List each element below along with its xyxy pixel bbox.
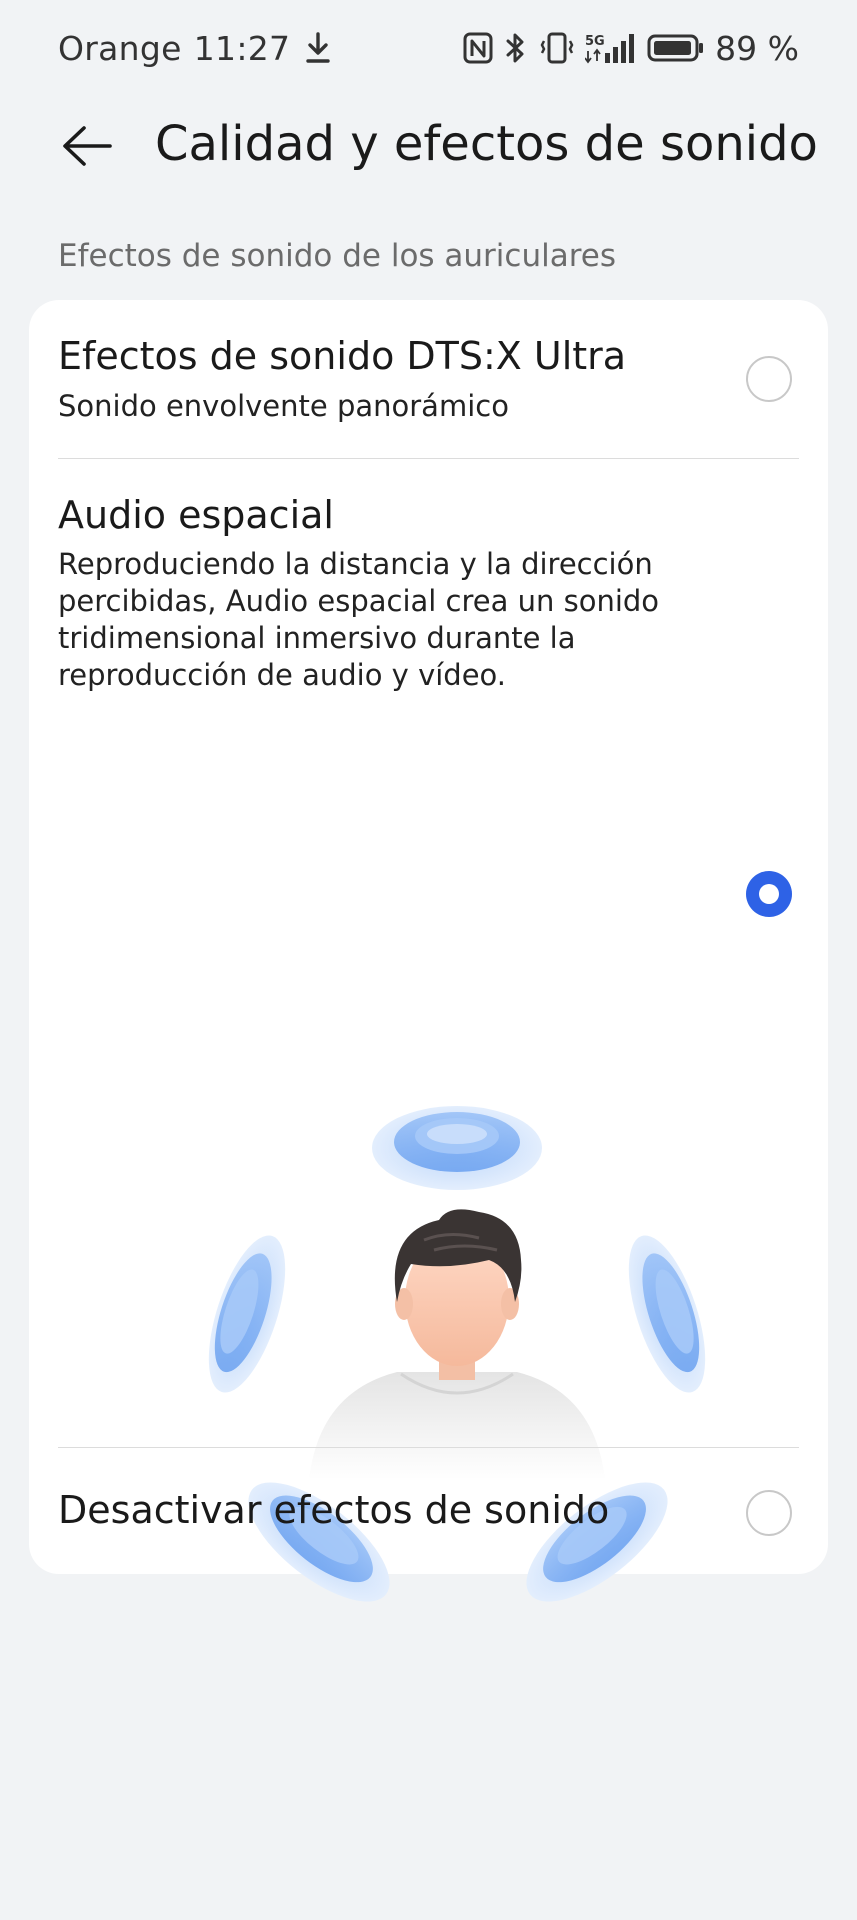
radio-dtsx-ultra[interactable] (746, 356, 792, 402)
option-dtsx-ultra[interactable]: Efectos de sonido DTS:X Ultra Sonido env… (58, 300, 799, 458)
sound-wave-icon (628, 1235, 706, 1393)
arrow-left-icon (60, 124, 114, 172)
status-bar: Orange 11:27 5G 89 % (0, 0, 857, 96)
option-title: Desactivar efectos de sonido (58, 1488, 610, 1532)
description-line: Reproduciendo la distancia y la direcció… (58, 547, 653, 581)
vibrate-icon (539, 31, 575, 65)
back-button[interactable] (52, 118, 122, 178)
status-left: Orange 11:27 (58, 24, 332, 72)
page-title: Calidad y efectos de sonido (155, 116, 818, 172)
sound-wave-icon (372, 1106, 542, 1190)
description-line: tridimensional inmersivo durante la (58, 621, 576, 655)
option-title: Audio espacial (58, 493, 334, 537)
person-icon (309, 1209, 605, 1480)
app-bar: Calidad y efectos de sonido (0, 96, 857, 200)
option-title: Efectos de sonido DTS:X Ultra (58, 334, 627, 378)
option-disable-effects[interactable]: Desactivar efectos de sonido (58, 1448, 799, 1574)
bluetooth-icon (503, 31, 529, 65)
status-right: 5G 89 % (463, 24, 799, 72)
svg-text:5G: 5G (585, 34, 605, 49)
section-header: Efectos de sonido de los auriculares (58, 238, 616, 274)
option-subtitle: Sonido envolvente panorámico (58, 389, 509, 423)
description-line: percibidas, Audio espacial crea un sonid… (58, 584, 660, 618)
status-time: 11:27 (193, 28, 291, 68)
battery-icon (647, 31, 705, 65)
option-description: Reproduciendo la distancia y la direcció… (58, 546, 698, 694)
battery-level: 89 % (715, 28, 799, 68)
radio-disable-effects[interactable] (746, 1490, 792, 1536)
description-line: reproducción de audio y vídeo. (58, 658, 506, 692)
sound-effects-card: Efectos de sonido DTS:X Ultra Sonido env… (29, 300, 828, 1602)
5g-signal-icon: 5G (585, 31, 637, 65)
sound-wave-icon (208, 1235, 286, 1393)
download-icon (304, 31, 332, 65)
nfc-icon (463, 31, 493, 65)
carrier-name: Orange (58, 28, 182, 68)
radio-audio-espacial[interactable] (746, 871, 792, 917)
